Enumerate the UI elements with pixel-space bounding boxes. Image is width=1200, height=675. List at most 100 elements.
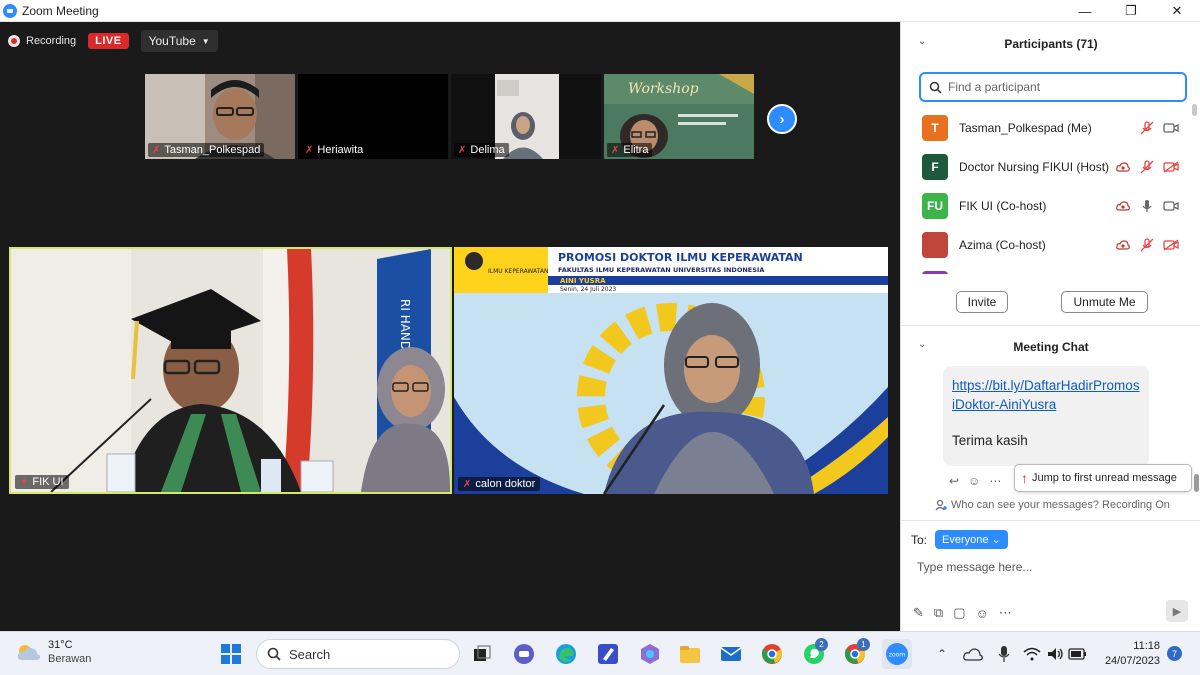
chat-app-icon[interactable] — [512, 642, 536, 666]
weather-widget[interactable]: 31°C Berawan — [16, 638, 91, 666]
file-icon[interactable]: ▢ — [953, 605, 965, 621]
chrome-icon[interactable] — [760, 642, 784, 666]
notification-badge[interactable]: 7 — [1167, 646, 1182, 661]
participant-row[interactable]: FU FIK UI (Co-host) — [901, 186, 1191, 225]
format-text-icon[interactable]: ✎ — [913, 605, 924, 621]
jump-to-unread-button[interactable]: ↑ Jump to first unread message — [1014, 464, 1192, 492]
copilot-icon[interactable] — [638, 642, 662, 666]
mic-muted-icon: ✗ — [611, 144, 620, 156]
recording-icon — [8, 35, 20, 47]
recording-label: Recording — [26, 35, 77, 47]
reply-icon[interactable]: ↩ — [949, 474, 959, 488]
avatar: T — [922, 114, 948, 141]
wifi-icon[interactable] — [1020, 642, 1044, 666]
participant-row[interactable]: Azima (Co-host) — [901, 225, 1191, 264]
stream-target-button[interactable]: YouTube ▼ — [140, 30, 218, 52]
chat-link[interactable]: https://bit.ly/DaftarHadirPromosiDoktor-… — [952, 376, 1140, 414]
avatar — [922, 270, 948, 274]
send-button[interactable]: ▶ — [1166, 600, 1188, 622]
side-panel: ⌄ Participants (71) T Tasman_Polkespad (… — [900, 22, 1200, 631]
cloud-recording-icon — [1115, 237, 1131, 253]
main-video-fikui[interactable]: RI HANDA ✦ FIK UI — [9, 247, 452, 494]
mail-icon[interactable] — [719, 642, 743, 666]
participant-row[interactable]: F Doctor Nursing FIKUI (Host) — [901, 147, 1191, 186]
chat-message: https://bit.ly/DaftarHadirPromosiDoktor-… — [943, 366, 1149, 466]
participant-name: FIK UI — [32, 476, 64, 488]
participant-search[interactable] — [919, 72, 1187, 102]
video-off-icon[interactable] — [1163, 159, 1179, 175]
thumbnail-image-title: Workshop — [628, 81, 699, 97]
emoji-reaction-icon[interactable]: ☺ — [968, 474, 980, 488]
chat-input[interactable]: Type message here... — [917, 560, 1032, 574]
clock-date: 24/07/2023 — [1104, 655, 1160, 667]
participant-name: Heriawita — [317, 144, 364, 156]
pen-app-icon[interactable] — [596, 642, 620, 666]
title-bar: Zoom Meeting — ❐ ✕ — [0, 0, 1200, 22]
whatsapp-badge: 2 — [815, 638, 828, 651]
mic-muted-icon: ✗ — [458, 144, 467, 156]
participant-name: Tasman_Polkespad — [164, 144, 261, 156]
arrow-up-icon: ↑ — [1021, 470, 1028, 486]
task-view-icon[interactable] — [470, 642, 494, 666]
file-explorer-icon[interactable] — [678, 642, 702, 666]
mic-on-icon[interactable] — [1139, 198, 1155, 214]
meeting-chat-header: Meeting Chat — [1013, 340, 1089, 354]
search-icon — [267, 647, 281, 661]
emoji-icon[interactable]: ☺ — [976, 606, 989, 621]
zoom-app-label: zoom — [889, 652, 905, 659]
windows-start-icon[interactable] — [219, 642, 243, 666]
participant-row[interactable] — [901, 264, 1191, 274]
recipient-select[interactable]: Everyone ⌄ — [935, 530, 1008, 549]
participant-thumbnail[interactable]: Workshop ✗ Elitra — [604, 74, 754, 159]
faculty-logo-text: ILMU KEPERAWATAN — [488, 268, 548, 275]
jump-label: Jump to first unread message — [1032, 472, 1177, 484]
main-video-calon-doktor[interactable]: ILMU KEPERAWATAN PROMOSI DOKTOR ILMU KEP… — [454, 247, 888, 494]
edge-browser-icon[interactable] — [554, 642, 578, 666]
participant-list-scrollbar[interactable] — [1192, 104, 1197, 116]
window-title: Zoom Meeting — [22, 3, 99, 18]
mic-muted-icon[interactable] — [1139, 159, 1155, 175]
more-icon[interactable]: ⋯ — [999, 605, 1012, 621]
participant-thumbnail[interactable]: ✗ Delima — [451, 74, 601, 159]
cloud-sync-icon[interactable] — [961, 642, 985, 666]
microphone-icon[interactable] — [992, 642, 1016, 666]
participant-thumbnail[interactable]: ✗ Heriawita — [298, 74, 448, 159]
next-page-button[interactable]: › — [767, 104, 797, 134]
weather-temp: 31°C — [48, 639, 73, 651]
invite-button[interactable]: Invite — [956, 291, 1008, 313]
privacy-note[interactable]: Who can see your messages? Recording On — [935, 499, 1170, 511]
volume-icon[interactable] — [1044, 642, 1068, 666]
caret-down-icon: ▼ — [201, 36, 210, 46]
minimize-button[interactable]: — — [1062, 0, 1108, 22]
zoom-taskbar-icon[interactable]: zoom — [882, 639, 912, 669]
cloud-icon — [17, 645, 41, 660]
participant-nameplate: ✦ FIK UI — [15, 475, 69, 489]
mic-muted-icon[interactable] — [1139, 120, 1155, 136]
unmute-me-button[interactable]: Unmute Me — [1061, 291, 1148, 313]
taskbar-search[interactable]: Search — [256, 639, 460, 669]
show-hidden-icons-icon[interactable]: ⌃ — [930, 642, 954, 666]
avatar: FU — [922, 192, 948, 219]
video-off-icon[interactable] — [1163, 237, 1179, 253]
screenshot-icon[interactable]: ⧉ — [934, 605, 943, 621]
chevron-right-icon: › — [779, 110, 785, 128]
close-button[interactable]: ✕ — [1154, 0, 1200, 22]
video-camera-icon[interactable] — [1163, 198, 1179, 214]
more-options-icon[interactable]: ⋯ — [989, 474, 1001, 488]
participant-name: Doctor Nursing FIKUI (Host) — [959, 159, 1110, 174]
video-camera-icon[interactable] — [1163, 120, 1179, 136]
live-badge[interactable]: LIVE — [88, 33, 129, 49]
clock-time: 11:18 — [1133, 640, 1160, 652]
participant-thumbnail[interactable]: ✗ Tasman_Polkespad — [145, 74, 295, 159]
mic-muted-icon[interactable] — [1139, 237, 1155, 253]
speaker-video: ILMU KEPERAWATAN PROMOSI DOKTOR ILMU KEP… — [454, 247, 888, 494]
participant-nameplate: ✗ calon doktor — [458, 477, 541, 491]
avatar — [922, 231, 948, 258]
battery-icon[interactable] — [1066, 642, 1090, 666]
recipient-value: Everyone — [942, 534, 989, 546]
system-clock[interactable]: 11:18 24/07/2023 — [1096, 639, 1160, 669]
participant-search-input[interactable] — [948, 80, 1178, 94]
participant-row[interactable]: T Tasman_Polkespad (Me) — [901, 108, 1191, 147]
chat-scrollbar[interactable] — [1194, 474, 1199, 492]
maximize-button[interactable]: ❐ — [1108, 0, 1154, 22]
